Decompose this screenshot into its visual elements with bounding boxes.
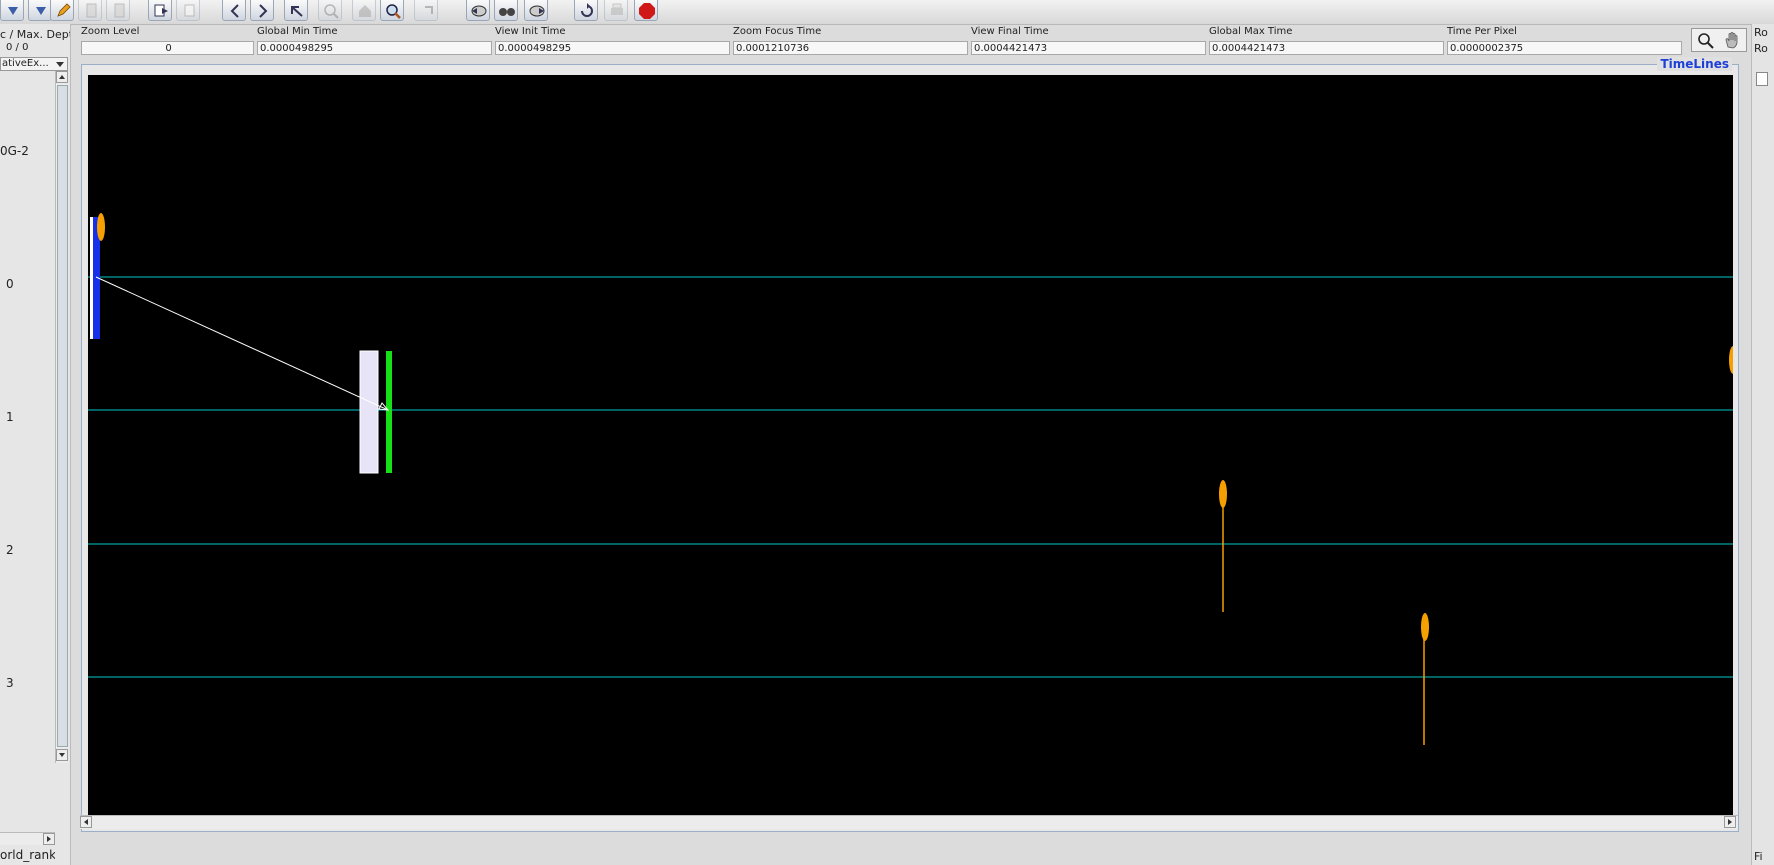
canvas-scroll-right-button[interactable]	[1724, 816, 1736, 828]
toolbar-button-undo[interactable]	[284, 0, 308, 21]
toolbar-button-zoom-out[interactable]	[318, 0, 342, 21]
right-label-1: Ro	[1754, 26, 1768, 39]
toolbar-button-print[interactable]	[604, 0, 628, 21]
scroll-thumb[interactable]	[57, 85, 68, 747]
global-min-time-field: Global Min Time 0.0000498295	[257, 24, 492, 58]
toolbar-button-redo[interactable]	[414, 0, 438, 21]
depth-label: c / Max. Depth	[0, 28, 70, 41]
info-bar: Zoom Level 0 Global Min Time 0.000049829…	[81, 24, 1751, 58]
depth-value: 0 / 0	[6, 42, 29, 53]
state-bar-white-0	[90, 217, 93, 339]
toolbar	[0, 0, 1774, 25]
toolbar-button-document[interactable]	[106, 0, 130, 21]
scroll-down-button[interactable]	[56, 749, 68, 761]
view-selector[interactable]: ativeEx...	[0, 57, 68, 71]
view-final-time-input[interactable]: 0.0004421473	[971, 41, 1206, 55]
global-max-time-label: Global Max Time	[1209, 26, 1293, 37]
toolbar-button-pencil[interactable]	[50, 0, 74, 21]
toolbar-button-import[interactable]	[176, 0, 200, 21]
toolbar-button-document[interactable]	[78, 0, 102, 21]
timeline-messages	[95, 276, 390, 411]
time-per-pixel-value: 0.0000002375	[1447, 41, 1682, 55]
view-init-time-input[interactable]: 0.0000498295	[495, 41, 730, 55]
time-per-pixel-field: Time Per Pixel 0.0000002375	[1447, 24, 1682, 58]
row-label-2: 2	[6, 543, 14, 557]
zoom-level-field: Zoom Level 0	[81, 24, 256, 58]
search-icon[interactable]	[1695, 31, 1717, 49]
timeline-lines	[88, 276, 1733, 678]
global-max-time-field: Global Max Time 0.0004421473	[1209, 24, 1444, 58]
tree-label: 0G-2	[0, 144, 29, 158]
view-init-time-label: View Init Time	[495, 26, 566, 37]
canvas-scroll-left-button[interactable]	[80, 816, 92, 828]
toolbar-button-down-arrow[interactable]	[0, 0, 24, 21]
toolbar-button-zoom-in[interactable]	[380, 0, 404, 21]
left-panel: c / Max. Depth 0 / 0 ativeEx... 0G-2 0 1…	[0, 24, 71, 865]
zoom-focus-time-input[interactable]: 0.0001210736	[733, 41, 968, 55]
timeline-canvas[interactable]	[88, 75, 1733, 827]
event-marker-edge	[1729, 346, 1733, 374]
right-strip: Ro Ro Fi	[1751, 24, 1774, 865]
legend-checkbox[interactable]	[1756, 72, 1768, 86]
bottom-label: orld_rank	[0, 848, 55, 862]
right-label-2: Ro	[1754, 42, 1768, 55]
toolbar-button-export[interactable]	[148, 0, 172, 21]
message-arrow	[95, 276, 389, 411]
zoom-level-input[interactable]: 0	[81, 41, 254, 55]
left-vertical-scrollbar[interactable]	[55, 71, 68, 763]
toolbar-button-down-arrow[interactable]	[28, 0, 52, 21]
zoom-focus-time-label: Zoom Focus Time	[733, 26, 822, 37]
zoom-focus-time-field: Zoom Focus Time 0.0001210736	[733, 24, 968, 58]
global-min-time-value: 0.0000498295	[257, 41, 492, 55]
scroll-right-button[interactable]	[43, 833, 55, 845]
timeline-svg	[88, 213, 1733, 745]
timelines-title: TimeLines	[1657, 57, 1732, 71]
toolbar-button-chevron-left[interactable]	[222, 0, 246, 21]
row-label-3: 3	[6, 676, 14, 690]
timeline-frame: TimeLines	[80, 57, 1739, 832]
view-selector-label: ativeEx...	[2, 58, 49, 69]
event-marker-3	[1421, 613, 1429, 641]
toolbar-button-binoculars[interactable]	[494, 0, 518, 21]
canvas-horizontal-scrollbar[interactable]	[80, 815, 1738, 829]
time-per-pixel-label: Time Per Pixel	[1447, 26, 1517, 37]
row-label-0: 0	[6, 277, 14, 291]
toolbar-button-home[interactable]	[352, 0, 376, 21]
toolbar-button-search-back[interactable]	[466, 0, 490, 21]
global-min-time-label: Global Min Time	[257, 26, 338, 37]
toolbar-button-refresh[interactable]	[574, 0, 598, 21]
hand-icon[interactable]	[1721, 31, 1743, 49]
global-max-time-value: 0.0004421473	[1209, 41, 1444, 55]
view-final-time-field: View Final Time 0.0004421473	[971, 24, 1206, 58]
left-horizontal-scrollbar[interactable]	[0, 832, 55, 845]
toolbar-button-stop[interactable]	[634, 0, 658, 21]
view-final-time-label: View Final Time	[971, 26, 1049, 37]
toolbar-button-search-forward[interactable]	[524, 0, 548, 21]
state-bar-lavender-1	[359, 350, 379, 474]
tool-selector	[1691, 28, 1747, 52]
toolbar-button-chevron-right[interactable]	[250, 0, 274, 21]
right-label-3: Fi	[1754, 850, 1763, 863]
scroll-up-button[interactable]	[56, 71, 68, 83]
row-label-1: 1	[6, 410, 14, 424]
zoom-level-label: Zoom Level	[81, 26, 140, 37]
state-bar-green-1	[386, 351, 392, 473]
event-marker-0	[97, 213, 105, 241]
chevron-down-icon	[54, 59, 66, 69]
event-marker-2	[1219, 480, 1227, 508]
view-init-time-field: View Init Time 0.0000498295	[495, 24, 730, 58]
